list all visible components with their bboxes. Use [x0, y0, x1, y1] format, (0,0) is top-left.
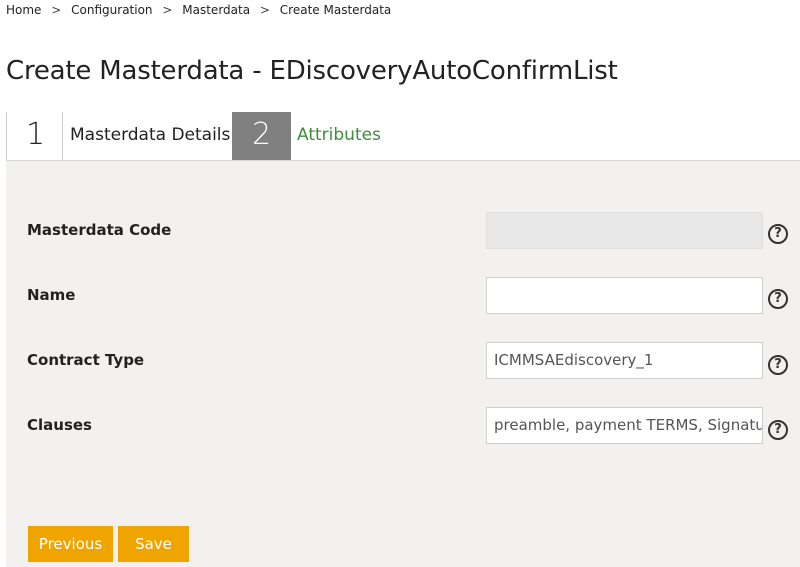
masterdata-code-input — [486, 212, 763, 249]
breadcrumb-separator: > — [259, 3, 270, 17]
breadcrumb: Home > Configuration > Masterdata > Crea… — [6, 3, 391, 17]
contract-type-label: Contract Type — [27, 351, 145, 369]
page-title: Create Masterdata - EDiscoveryAutoConfir… — [6, 56, 618, 86]
form-panel: Masterdata Code ? Name ? Contract Type I… — [6, 160, 800, 567]
name-input[interactable] — [486, 277, 763, 314]
clauses-input[interactable]: preamble, payment TERMS, Signatur — [486, 407, 763, 444]
page: Home > Configuration > Masterdata > Crea… — [0, 0, 800, 567]
name-label: Name — [27, 286, 76, 304]
breadcrumb-separator: > — [51, 3, 62, 17]
breadcrumb-home[interactable]: Home — [6, 3, 41, 17]
help-circle-icon[interactable]: ? — [768, 289, 788, 309]
wizard-step-1[interactable]: 1 — [6, 112, 63, 160]
clauses-label: Clauses — [27, 416, 92, 434]
save-button[interactable]: Save — [118, 526, 189, 562]
previous-button[interactable]: Previous — [28, 526, 113, 562]
breadcrumb-configuration[interactable]: Configuration — [71, 3, 152, 17]
help-circle-icon[interactable]: ? — [768, 355, 788, 375]
contract-type-input[interactable]: ICMMSAEdiscovery_1 — [486, 342, 763, 379]
wizard-step-1-label: Masterdata Details — [70, 125, 231, 145]
step-2-number: 2 — [251, 117, 272, 152]
step-1-number: 1 — [25, 117, 46, 152]
wizard-step-2-label[interactable]: Attributes — [297, 125, 381, 145]
help-circle-icon[interactable]: ? — [768, 224, 788, 244]
wizard-step-2[interactable]: 2 — [232, 112, 291, 160]
help-circle-icon[interactable]: ? — [768, 420, 788, 440]
breadcrumb-masterdata[interactable]: Masterdata — [182, 3, 250, 17]
masterdata-code-label: Masterdata Code — [27, 221, 172, 239]
breadcrumb-separator: > — [162, 3, 173, 17]
breadcrumb-current: Create Masterdata — [279, 3, 392, 17]
